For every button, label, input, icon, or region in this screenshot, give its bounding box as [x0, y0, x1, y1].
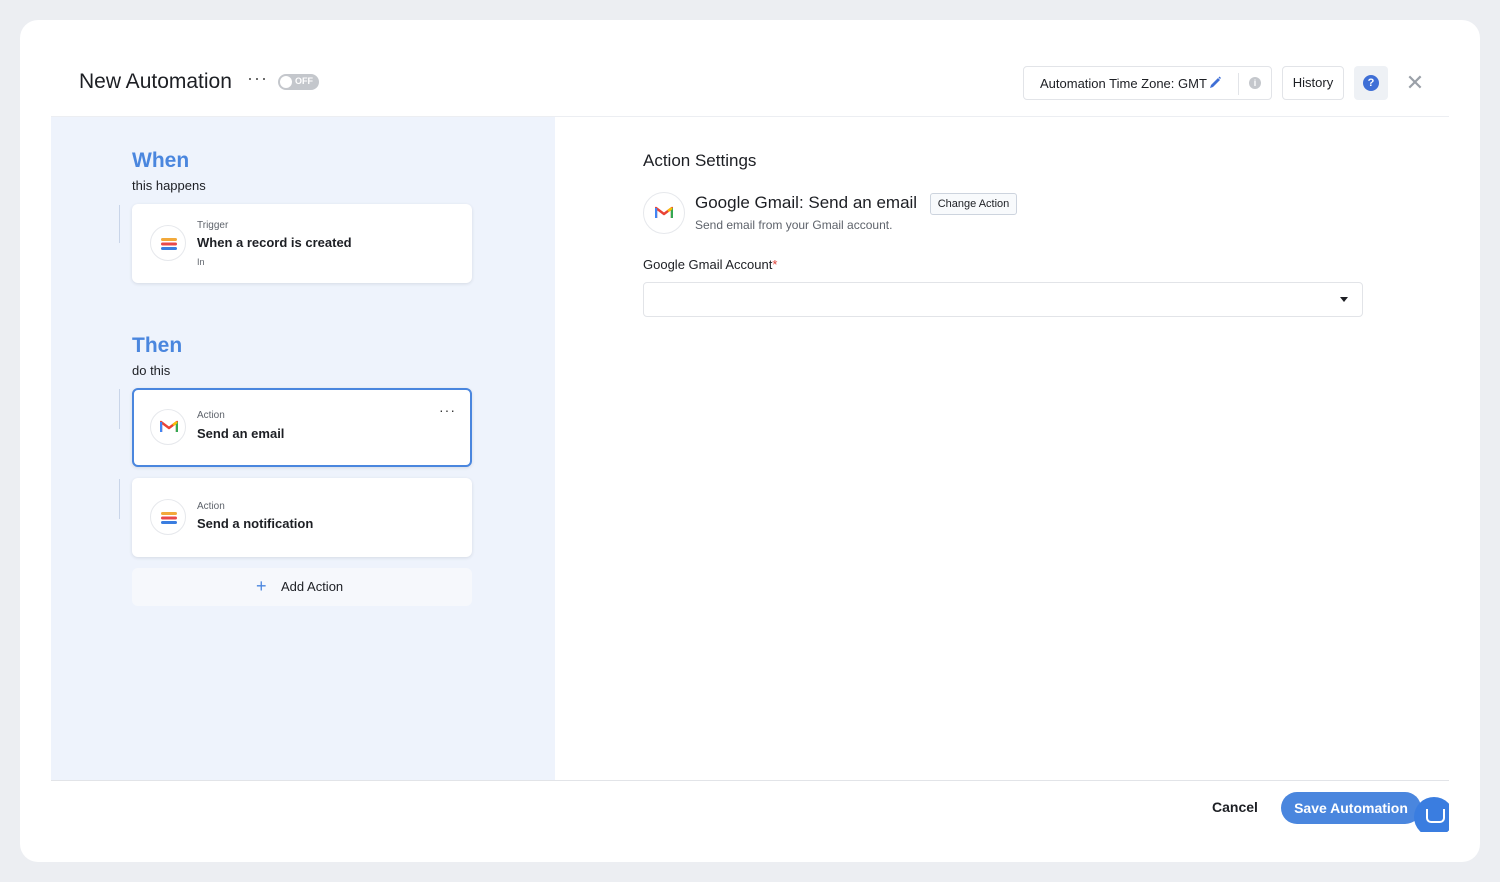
action-description: Send email from your Gmail account. — [695, 218, 893, 232]
divider — [1238, 73, 1239, 95]
action-text: Send a notification — [197, 516, 314, 531]
timezone-box: Automation Time Zone: GMT i — [1023, 66, 1272, 100]
modal-header: New Automation ··· OFF Automation Time Z… — [51, 50, 1449, 117]
stack-icon — [150, 225, 186, 261]
settings-title: Action Settings — [643, 151, 757, 170]
save-automation-button[interactable]: Save Automation — [1281, 792, 1421, 824]
plus-icon: + — [256, 576, 267, 596]
when-heading: When — [132, 149, 190, 172]
then-heading: Then — [132, 334, 183, 357]
action-more-icon[interactable]: ··· — [439, 402, 456, 418]
trigger-label: Trigger — [197, 220, 229, 231]
when-subheading: this happens — [132, 178, 206, 193]
modal-footer: Cancel Save Automation — [51, 780, 1449, 832]
trigger-card[interactable]: Trigger When a record is created In — [132, 204, 472, 283]
action-text: Send an email — [197, 426, 285, 441]
workflow-panel: When this happens Trigger When a record … — [51, 117, 555, 780]
timezone-label: Automation Time Zone: GMT — [1040, 76, 1207, 91]
page-title: New Automation — [79, 70, 232, 93]
help-button[interactable]: ? — [1354, 66, 1388, 100]
action-heading: Google Gmail: Send an email — [695, 193, 918, 212]
field-label-text: Google Gmail Account — [643, 257, 773, 272]
action-label: Action — [197, 501, 225, 512]
pencil-icon[interactable] — [1208, 75, 1222, 91]
add-action-button[interactable]: + Add Action — [132, 568, 472, 606]
action-label: Action — [197, 410, 225, 421]
automation-toggle[interactable]: OFF — [278, 74, 319, 90]
history-button[interactable]: History — [1282, 66, 1344, 100]
then-subheading: do this — [132, 363, 171, 378]
close-icon[interactable]: ✕ — [1404, 72, 1426, 94]
action-card-send-email[interactable]: Action Send an email ··· — [132, 388, 472, 467]
toggle-knob — [280, 76, 292, 88]
gmail-icon — [150, 409, 186, 445]
caret-down-icon — [1340, 297, 1348, 302]
more-options-icon[interactable]: ··· — [247, 68, 268, 89]
trigger-text: When a record is created — [197, 235, 352, 250]
chat-widget-icon[interactable] — [1414, 797, 1449, 832]
trigger-sub: In — [197, 257, 205, 267]
help-icon: ? — [1363, 75, 1379, 91]
change-action-button[interactable]: Change Action — [930, 193, 1017, 215]
automation-modal: New Automation ··· OFF Automation Time Z… — [51, 50, 1449, 832]
add-action-label: Add Action — [281, 579, 344, 594]
required-marker: * — [772, 257, 778, 272]
connector-line — [119, 389, 132, 429]
app-name: Google Gmail — [695, 193, 799, 212]
connector-line — [119, 479, 132, 519]
toggle-state-label: OFF — [295, 76, 313, 86]
connector-line — [119, 205, 132, 243]
gmail-icon — [643, 192, 685, 234]
gmail-account-label: Google Gmail Account* — [643, 257, 777, 272]
gmail-account-select[interactable] — [643, 282, 1363, 317]
cancel-button[interactable]: Cancel — [1212, 799, 1258, 815]
stack-icon — [150, 499, 186, 535]
info-icon[interactable]: i — [1249, 77, 1261, 89]
action-card-send-notification[interactable]: Action Send a notification — [132, 478, 472, 557]
action-name: Send an email — [808, 193, 918, 212]
